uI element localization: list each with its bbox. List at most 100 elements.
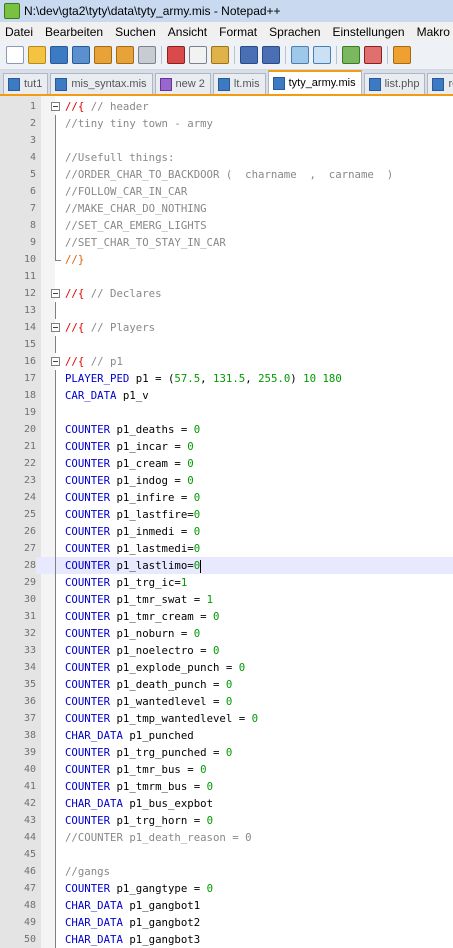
code-line[interactable]: 15 <box>0 336 453 353</box>
code-line[interactable]: 22 COUNTER p1_cream = 0 <box>0 455 453 472</box>
code-line[interactable]: 45 <box>0 846 453 863</box>
code-line[interactable]: 10 //} <box>0 251 453 268</box>
code-line[interactable]: 40 COUNTER p1_tmr_bus = 0 <box>0 761 453 778</box>
code-line[interactable]: 42 CHAR_DATA p1_bus_expbot <box>0 795 453 812</box>
tab-tyty-army[interactable]: tyty_army.mis <box>267 70 362 94</box>
code-line[interactable]: 2 //tiny tiny town - army <box>0 115 453 132</box>
code-line[interactable]: 44 //COUNTER p1_death_reason = 0 <box>0 829 453 846</box>
line-number: 2 <box>29 118 36 129</box>
close-icon[interactable] <box>94 46 112 64</box>
fold-toggle-icon[interactable] <box>51 357 60 366</box>
code-line[interactable]: 1 //{ // header <box>0 98 453 115</box>
code-line[interactable]: 4 //Usefull things: <box>0 149 453 166</box>
sync-icon[interactable] <box>393 46 411 64</box>
code-text: //MAKE_CHAR_DO_NOTHING <box>65 202 207 215</box>
code-line[interactable]: 12 //{ // Declares <box>0 285 453 302</box>
fold-guide <box>55 523 56 540</box>
tab-mis-syntax[interactable]: mis_syntax.mis <box>50 73 153 94</box>
code-line[interactable]: 36 COUNTER p1_wantedlevel = 0 <box>0 693 453 710</box>
code-line[interactable]: 21 COUNTER p1_incar = 0 <box>0 438 453 455</box>
line-number: 17 <box>23 373 36 384</box>
replace-icon[interactable] <box>313 46 331 64</box>
code-editor[interactable]: 1//{ // header 2//tiny tiny town - army 3 4… <box>0 96 453 948</box>
code-line[interactable]: 13 <box>0 302 453 319</box>
code-line[interactable]: 9 //SET_CHAR_TO_STAY_IN_CAR <box>0 234 453 251</box>
code-line[interactable]: 8 //SET_CAR_EMERG_LIGHTS <box>0 217 453 234</box>
code-line[interactable]: 14 //{ // Players <box>0 319 453 336</box>
menu-ansicht[interactable]: Ansicht <box>162 25 213 39</box>
menu-einstellungen[interactable]: Einstellungen <box>327 25 411 39</box>
code-line[interactable]: 20 COUNTER p1_deaths = 0 <box>0 421 453 438</box>
undo-icon[interactable] <box>240 46 258 64</box>
line-number: 48 <box>23 900 36 911</box>
close-all-icon[interactable] <box>116 46 134 64</box>
tab-re[interactable]: re <box>427 73 453 94</box>
code-line[interactable]: 23 COUNTER p1_indog = 0 <box>0 472 453 489</box>
code-line[interactable]: 34 COUNTER p1_explode_punch = 0 <box>0 659 453 676</box>
fold-guide <box>55 863 56 880</box>
find-icon[interactable] <box>291 46 309 64</box>
code-line[interactable]: 19 <box>0 404 453 421</box>
fold-toggle-icon[interactable] <box>51 323 60 332</box>
code-line[interactable]: 46 //gangs <box>0 863 453 880</box>
tab-tut1[interactable]: tut1 <box>3 73 49 94</box>
code-line[interactable]: 6 //FOLLOW_CAR_IN_CAR <box>0 183 453 200</box>
new-file-icon[interactable] <box>6 46 24 64</box>
code-line[interactable]: 35 COUNTER p1_death_punch = 0 <box>0 676 453 693</box>
redo-icon[interactable] <box>262 46 280 64</box>
code-line[interactable]: 29 COUNTER p1_trg_ic=1 <box>0 574 453 591</box>
menu-makro[interactable]: Makro <box>411 25 453 39</box>
current-line[interactable]: 28 COUNTER p1_lastlimo=0 <box>0 557 453 574</box>
cut-icon[interactable] <box>167 46 185 64</box>
code-line[interactable]: 7 //MAKE_CHAR_DO_NOTHING <box>0 200 453 217</box>
code-line[interactable]: 18 CAR_DATA p1_v <box>0 387 453 404</box>
code-line[interactable]: 26 COUNTER p1_inmedi = 0 <box>0 523 453 540</box>
tab-lt-mis[interactable]: lt.mis <box>212 73 266 94</box>
code-line[interactable]: 41 COUNTER p1_tmrm_bus = 0 <box>0 778 453 795</box>
code-text: //ORDER_CHAR_TO_BACKDOOR ( charname , ca… <box>65 168 394 181</box>
code-line[interactable]: 5 //ORDER_CHAR_TO_BACKDOOR ( charname , c… <box>0 166 453 183</box>
line-number: 16 <box>23 356 36 367</box>
code-line[interactable]: 48 CHAR_DATA p1_gangbot1 <box>0 897 453 914</box>
code-line[interactable]: 33 COUNTER p1_noelectro = 0 <box>0 642 453 659</box>
menu-bearbeiten[interactable]: Bearbeiten <box>39 25 109 39</box>
code-text: COUNTER p1_trg_punched = 0 <box>65 746 233 759</box>
code-line[interactable]: 11 <box>0 268 453 285</box>
code-line[interactable]: 49 CHAR_DATA p1_gangbot2 <box>0 914 453 931</box>
fold-toggle-icon[interactable] <box>51 102 60 111</box>
code-line[interactable]: 24 COUNTER p1_infire = 0 <box>0 489 453 506</box>
menu-suchen[interactable]: Suchen <box>109 25 162 39</box>
code-line[interactable]: 38 CHAR_DATA p1_punched <box>0 727 453 744</box>
code-line[interactable]: 43 COUNTER p1_trg_horn = 0 <box>0 812 453 829</box>
fold-guide <box>55 115 56 132</box>
code-line[interactable]: 47 COUNTER p1_gangtype = 0 <box>0 880 453 897</box>
zoom-out-icon[interactable] <box>364 46 382 64</box>
print-icon[interactable] <box>138 46 156 64</box>
code-text: COUNTER p1_gangtype = 0 <box>65 882 214 895</box>
code-line[interactable]: 30 COUNTER p1_tmr_swat = 1 <box>0 591 453 608</box>
copy-icon[interactable] <box>189 46 207 64</box>
code-line[interactable]: 32 COUNTER p1_noburn = 0 <box>0 625 453 642</box>
menu-format[interactable]: Format <box>213 25 263 39</box>
code-line[interactable]: 25 COUNTER p1_lastfire=0 <box>0 506 453 523</box>
code-line[interactable]: 17 PLAYER_PED p1 = (57.5, 131.5, 255.0) 1… <box>0 370 453 387</box>
tab-new-2[interactable]: new 2 <box>154 73 211 94</box>
code-line[interactable]: 3 <box>0 132 453 149</box>
fold-toggle-icon[interactable] <box>51 289 60 298</box>
menu-sprachen[interactable]: Sprachen <box>263 25 326 39</box>
code-line[interactable]: 27 COUNTER p1_lastmedi=0 <box>0 540 453 557</box>
save-icon[interactable] <box>50 46 68 64</box>
tab-list-php[interactable]: list.php <box>363 73 426 94</box>
zoom-in-icon[interactable] <box>342 46 360 64</box>
menu-datei[interactable]: Datei <box>0 25 39 39</box>
code-line[interactable]: 50 CHAR_DATA p1_gangbot3 <box>0 931 453 948</box>
code-line[interactable]: 37 COUNTER p1_tmp_wantedlevel = 0 <box>0 710 453 727</box>
open-file-icon[interactable] <box>28 46 46 64</box>
fold-guide <box>55 455 56 472</box>
paste-icon[interactable] <box>211 46 229 64</box>
code-line[interactable]: 31 COUNTER p1_tmr_cream = 0 <box>0 608 453 625</box>
line-number: 44 <box>23 832 36 843</box>
code-line[interactable]: 16 //{ // p1 <box>0 353 453 370</box>
save-all-icon[interactable] <box>72 46 90 64</box>
code-line[interactable]: 39 COUNTER p1_trg_punched = 0 <box>0 744 453 761</box>
